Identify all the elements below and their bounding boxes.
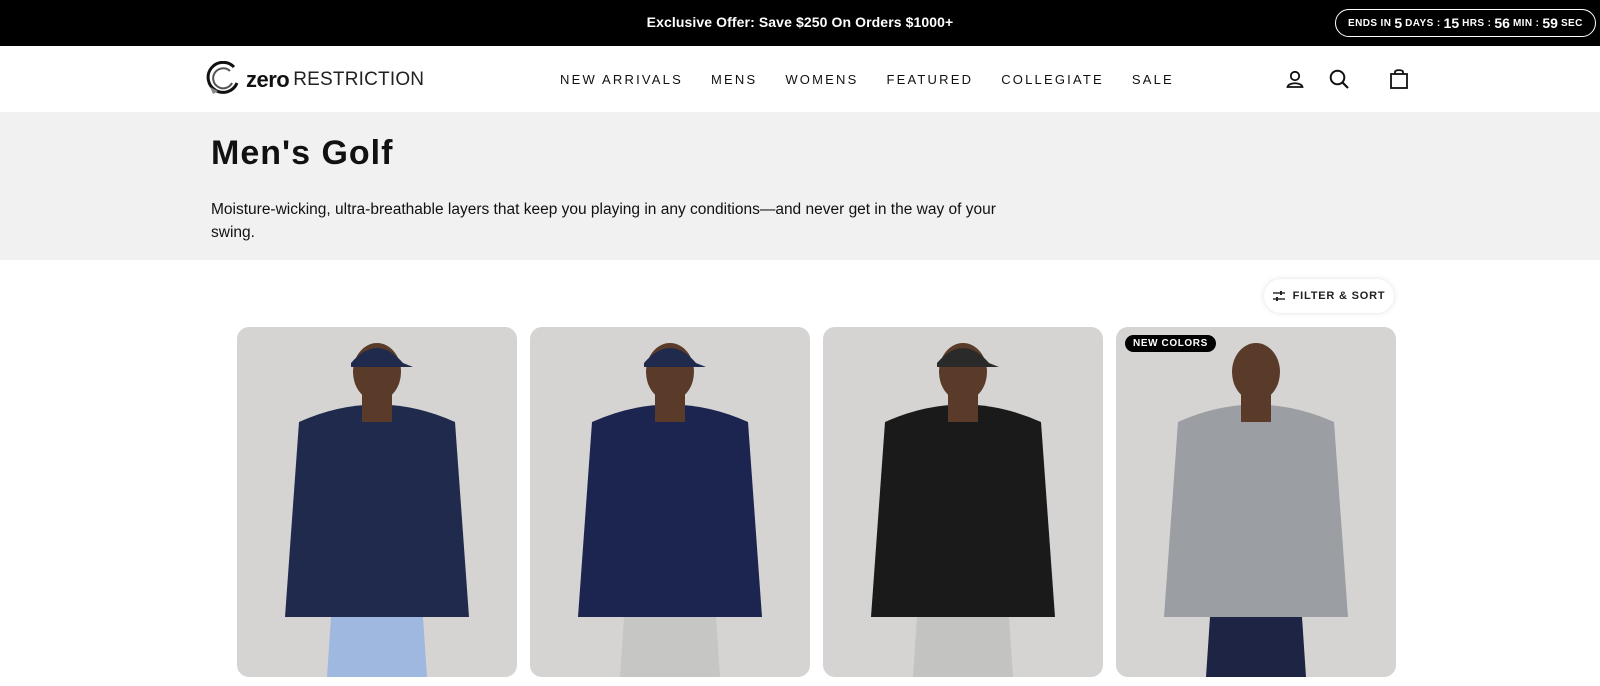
announcement-bar: Exclusive Offer: Save $250 On Orders $10… <box>0 0 1600 46</box>
countdown-minutes: 56 <box>1494 15 1510 31</box>
product-image <box>578 343 762 677</box>
collection-description: Moisture-wicking, ultra-breathable layer… <box>211 201 996 241</box>
countdown-hours: 15 <box>1443 15 1460 31</box>
search-icon[interactable] <box>1324 64 1354 94</box>
product-card[interactable]: NEW COLORS <box>1116 327 1396 677</box>
product-card[interactable] <box>530 327 810 677</box>
main-nav: NEW ARRIVALS MENS WOMENS FEATURED COLLEG… <box>560 46 1174 112</box>
countdown-minutes-label: MIN : <box>1512 17 1540 29</box>
account-icon[interactable] <box>1280 64 1310 94</box>
filter-sort-button[interactable]: FILTER & SORT <box>1264 279 1394 313</box>
countdown-seconds: 59 <box>1542 15 1558 31</box>
new-colors-badge: NEW COLORS <box>1125 335 1216 352</box>
site-header: zero RESTRICTION NEW ARRIVALS MENS WOMENS… <box>0 46 1600 112</box>
logo-text-light: RESTRICTION <box>293 69 425 90</box>
nav-featured[interactable]: FEATURED <box>886 72 973 87</box>
logo-swirl-icon <box>206 61 239 94</box>
nav-womens[interactable]: WOMENS <box>785 72 858 87</box>
cart-icon[interactable] <box>1384 64 1414 94</box>
page-title: Men's Golf <box>211 134 394 172</box>
nav-new-arrivals[interactable]: NEW ARRIVALS <box>560 72 683 87</box>
countdown-seconds-label: SEC <box>1560 17 1583 29</box>
sliders-icon <box>1272 291 1285 301</box>
countdown-hours-label: HRS : <box>1462 17 1492 29</box>
countdown-days: 5 <box>1394 15 1403 31</box>
collection-hero: Men's Golf Moisture-wicking, ultra-breat… <box>0 112 1600 260</box>
countdown-days-label: DAYS : <box>1405 17 1441 29</box>
product-card[interactable] <box>237 327 517 677</box>
logo-text-bold: zero <box>246 67 290 92</box>
product-grid: NEW COLORS <box>237 327 1396 677</box>
filter-sort-label: FILTER & SORT <box>1292 290 1386 302</box>
product-card[interactable] <box>823 327 1103 677</box>
nav-mens[interactable]: MENS <box>711 72 757 87</box>
header-icons <box>1280 64 1414 94</box>
product-image <box>1164 343 1348 677</box>
nav-sale[interactable]: SALE <box>1132 72 1174 87</box>
product-image <box>285 343 469 677</box>
countdown-timer: ENDS IN 5 DAYS : 15 HRS : 56 MIN : 59 SE… <box>1335 9 1596 37</box>
site-logo[interactable]: zero RESTRICTION <box>204 60 424 100</box>
countdown-prefix: ENDS IN <box>1348 17 1392 29</box>
product-image <box>871 343 1055 677</box>
nav-collegiate[interactable]: COLLEGIATE <box>1001 72 1104 87</box>
